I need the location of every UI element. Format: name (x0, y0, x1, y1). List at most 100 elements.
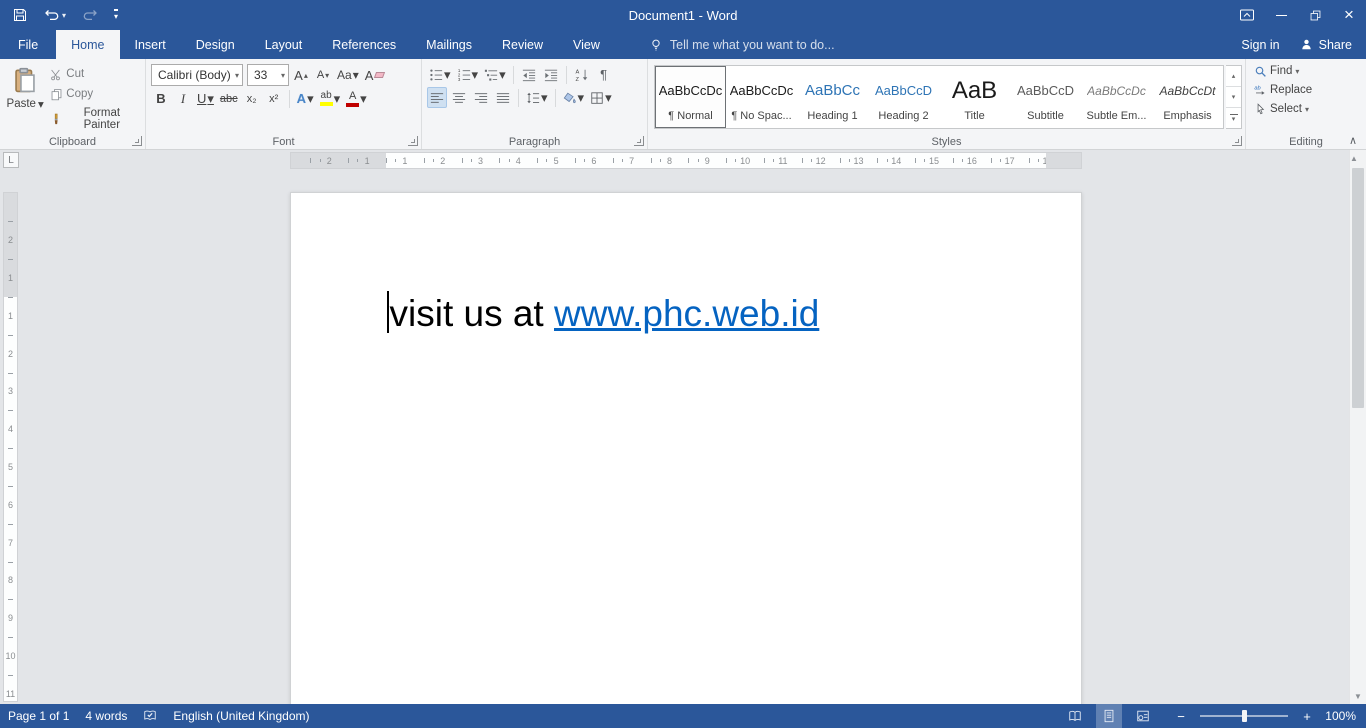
justify-button[interactable] (493, 87, 513, 108)
bullets-button[interactable]: ▾ (427, 64, 453, 85)
numbering-caret[interactable]: ▾ (472, 67, 479, 83)
customize-qat-button[interactable]: ▾ (114, 6, 119, 24)
undo-dropdown-caret[interactable]: ▾ (62, 11, 66, 20)
line-spacing-caret[interactable]: ▾ (541, 90, 548, 106)
clear-formatting-button[interactable]: A (363, 65, 387, 86)
paragraph-dialog-launcher[interactable] (634, 136, 644, 146)
line-spacing-button[interactable]: ▾ (524, 87, 550, 108)
subscript-button[interactable]: x₂ (242, 88, 262, 109)
font-family-dropdown-caret[interactable]: ▾ (232, 71, 242, 80)
styles-scroll-down-button[interactable]: ▾ (1226, 87, 1241, 108)
scrollbar-thumb[interactable] (1352, 168, 1364, 408)
scroll-up-button[interactable]: ▲ (1350, 150, 1358, 166)
align-center-button[interactable] (449, 87, 469, 108)
undo-button[interactable]: ▾ (44, 7, 66, 23)
style-item-heading-1[interactable]: AaBbCc Heading 1 (797, 66, 868, 128)
font-color-button[interactable]: A ▾ (344, 88, 369, 109)
tab-file[interactable]: File (0, 30, 56, 59)
proofing-status[interactable] (143, 704, 157, 728)
zoom-level[interactable]: 100% (1322, 709, 1356, 723)
save-button[interactable] (12, 7, 28, 23)
style-item-subtle-em[interactable]: AaBbCcDc Subtle Em... (1081, 66, 1152, 128)
styles-scroll-up-button[interactable]: ▴ (1226, 66, 1241, 87)
language-indicator[interactable]: English (United Kingdom) (173, 704, 309, 728)
shrink-font-button[interactable]: A ▾ (313, 65, 333, 86)
zoom-in-button[interactable]: + (1300, 709, 1314, 724)
document-link[interactable]: www.phc.web.id (554, 293, 819, 334)
tell-me-box[interactable]: Tell me what you want to do... (649, 30, 835, 59)
style-item-heading-2[interactable]: AaBbCcD Heading 2 (868, 66, 939, 128)
tab-references[interactable]: References (317, 30, 411, 59)
underline-caret[interactable]: ▾ (207, 91, 214, 107)
tab-review[interactable]: Review (487, 30, 558, 59)
font-size-combobox[interactable]: 33 ▾ (247, 64, 289, 86)
style-item-emphasis[interactable]: AaBbCcDt Emphasis (1152, 66, 1223, 128)
select-button[interactable]: Select ▾ (1250, 101, 1313, 118)
font-color-caret[interactable]: ▾ (360, 91, 367, 107)
borders-caret[interactable]: ▾ (605, 90, 612, 106)
word-count[interactable]: 4 words (85, 704, 127, 728)
italic-button[interactable]: I (173, 88, 193, 109)
show-hide-marks-button[interactable]: ¶ (594, 64, 614, 85)
print-layout-button[interactable] (1096, 704, 1122, 728)
zoom-out-button[interactable]: − (1174, 709, 1188, 724)
web-layout-button[interactable] (1130, 704, 1156, 728)
sign-in-button[interactable]: Sign in (1241, 38, 1279, 52)
clipboard-dialog-launcher[interactable] (132, 136, 142, 146)
document-page[interactable]: visit us at www.phc.web.id (290, 192, 1082, 704)
styles-gallery-more-button[interactable]: ▾ (1226, 108, 1241, 128)
style-item-no-spac[interactable]: AaBbCcDc ¶ No Spac... (726, 66, 797, 128)
close-button[interactable]: × (1332, 0, 1366, 30)
bullets-caret[interactable]: ▾ (444, 67, 451, 83)
shading-caret[interactable]: ▾ (578, 90, 585, 106)
change-case-button[interactable]: Aa ▾ (335, 65, 361, 86)
redo-button[interactable] (82, 7, 98, 23)
scroll-down-button[interactable]: ▼ (1350, 688, 1366, 704)
cut-button[interactable]: Cut (46, 66, 142, 83)
select-caret[interactable]: ▾ (1305, 105, 1309, 114)
superscript-button[interactable]: x² (264, 88, 284, 109)
underline-button[interactable]: U ▾ (195, 88, 216, 109)
styles-dialog-launcher[interactable] (1232, 136, 1242, 146)
zoom-slider[interactable] (1200, 710, 1288, 722)
tab-stop-selector[interactable]: L (3, 152, 19, 168)
minimize-button[interactable] (1264, 0, 1298, 30)
style-item-normal[interactable]: AaBbCcDc ¶ Normal (655, 66, 726, 128)
share-button[interactable]: Share (1300, 38, 1352, 52)
format-painter-button[interactable]: Format Painter (46, 106, 142, 133)
read-mode-button[interactable] (1062, 704, 1088, 728)
style-item-title[interactable]: AaB Title (939, 66, 1010, 128)
find-button[interactable]: Find ▾ (1250, 63, 1303, 80)
zoom-slider-thumb[interactable] (1241, 710, 1247, 722)
copy-button[interactable]: Copy (46, 86, 142, 103)
borders-button[interactable]: ▾ (588, 87, 614, 108)
ribbon-display-options-button[interactable] (1230, 0, 1264, 30)
bold-button[interactable]: B (151, 88, 171, 109)
tab-home[interactable]: Home (56, 30, 120, 59)
font-size-dropdown-caret[interactable]: ▾ (278, 71, 288, 80)
restore-button[interactable] (1298, 0, 1332, 30)
replace-button[interactable]: Replace (1250, 82, 1316, 99)
collapse-ribbon-button[interactable]: ∧ (1345, 134, 1361, 147)
find-caret[interactable]: ▾ (1295, 67, 1299, 76)
grow-font-button[interactable]: A ▴ (291, 65, 311, 86)
align-left-button[interactable] (427, 87, 447, 108)
increase-indent-button[interactable] (541, 64, 561, 85)
font-family-combobox[interactable]: Calibri (Body) ▾ (151, 64, 243, 86)
strikethrough-button[interactable]: abc (218, 88, 240, 109)
multilevel-list-button[interactable]: ▾ (482, 64, 508, 85)
page-indicator[interactable]: Page 1 of 1 (8, 704, 69, 728)
numbering-button[interactable]: ▾ (455, 64, 481, 85)
highlight-caret[interactable]: ▾ (334, 91, 341, 107)
tab-view[interactable]: View (558, 30, 615, 59)
tab-insert[interactable]: Insert (120, 30, 181, 59)
paste-button[interactable]: Paste ▾ (4, 62, 46, 133)
multilevel-caret[interactable]: ▾ (499, 67, 506, 83)
shading-button[interactable]: ▾ (561, 87, 587, 108)
decrease-indent-button[interactable] (519, 64, 539, 85)
tab-mailings[interactable]: Mailings (411, 30, 487, 59)
sort-button[interactable] (572, 64, 592, 85)
highlight-color-button[interactable]: ab ▾ (318, 88, 343, 109)
text-effects-button[interactable]: A ▾ (295, 88, 316, 109)
tab-design[interactable]: Design (181, 30, 250, 59)
